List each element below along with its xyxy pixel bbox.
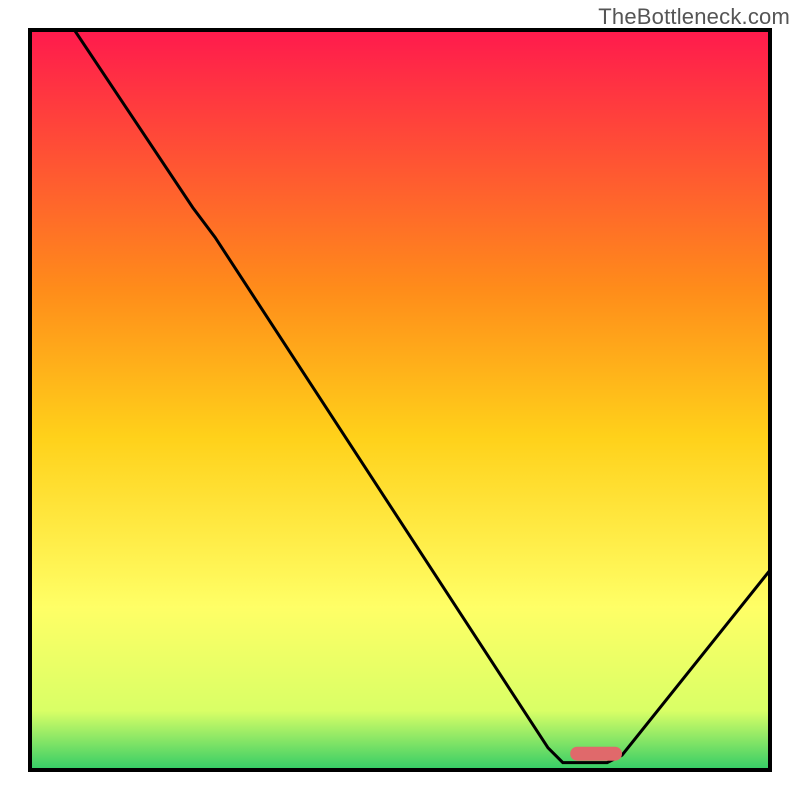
- watermark-text: TheBottleneck.com: [598, 4, 790, 30]
- plot-background: [30, 30, 770, 770]
- optimal-marker: [570, 747, 622, 761]
- bottleneck-chart: TheBottleneck.com: [0, 0, 800, 800]
- chart-svg: [0, 0, 800, 800]
